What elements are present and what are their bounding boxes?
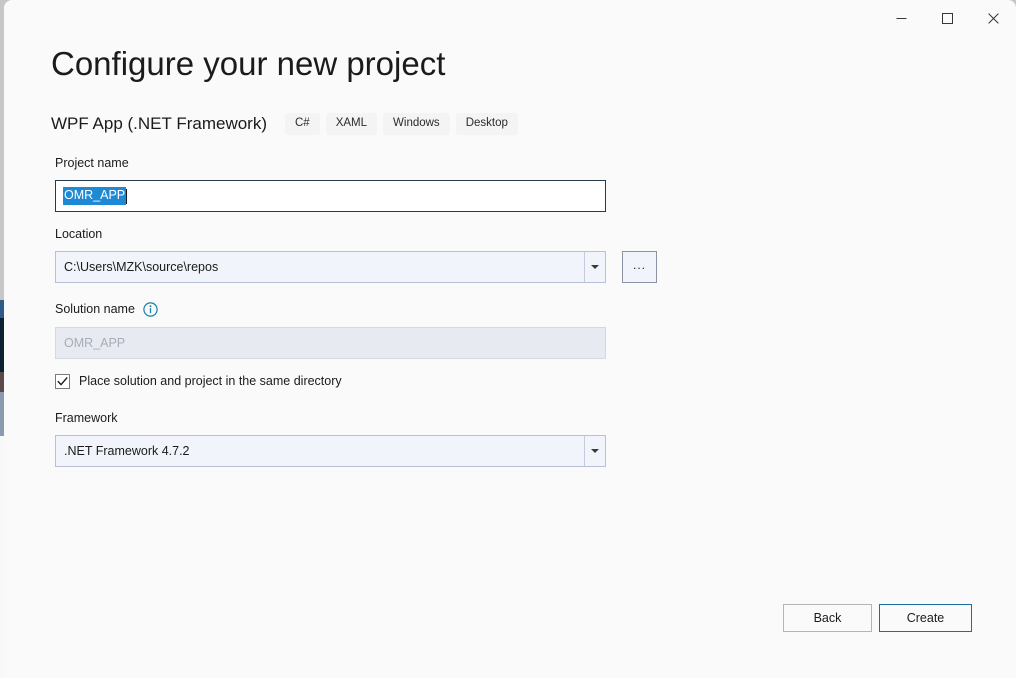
text-caret xyxy=(126,189,127,204)
chevron-down-icon[interactable] xyxy=(584,252,605,282)
solution-name-label: Solution name xyxy=(55,302,135,316)
template-tag-language: C# xyxy=(285,113,320,136)
minimize-button[interactable] xyxy=(878,0,924,36)
location-label: Location xyxy=(55,227,102,241)
project-name-value: OMR_APP xyxy=(63,187,126,204)
template-tag-list: C# XAML Windows Desktop xyxy=(285,113,524,136)
template-tag-projecttype: Desktop xyxy=(456,113,518,136)
framework-value: .NET Framework 4.7.2 xyxy=(64,444,190,458)
back-button[interactable]: Back xyxy=(783,604,872,632)
title-bar xyxy=(4,0,1016,36)
template-summary-row: WPF App (.NET Framework) C# XAML Windows… xyxy=(51,110,524,138)
project-name-label: Project name xyxy=(55,156,129,170)
same-directory-label: Place solution and project in the same d… xyxy=(79,374,342,388)
solution-name-input: OMR_APP xyxy=(55,327,606,359)
solution-name-value: OMR_APP xyxy=(64,336,125,350)
maximize-button[interactable] xyxy=(924,0,970,36)
framework-label: Framework xyxy=(55,411,118,425)
chevron-down-icon[interactable] xyxy=(584,436,605,466)
same-directory-row[interactable]: Place solution and project in the same d… xyxy=(55,372,342,390)
template-tag-markup: XAML xyxy=(326,113,377,136)
project-name-input[interactable]: OMR_APP xyxy=(55,180,606,212)
same-directory-checkbox[interactable] xyxy=(55,374,70,389)
framework-combobox[interactable]: .NET Framework 4.7.2 xyxy=(55,435,606,467)
info-icon[interactable] xyxy=(143,302,158,317)
template-name: WPF App (.NET Framework) xyxy=(51,114,267,134)
browse-location-button[interactable]: ... xyxy=(622,251,657,283)
page-title: Configure your new project xyxy=(51,45,445,83)
location-combobox[interactable]: C:\Users\MZK\source\repos xyxy=(55,251,606,283)
create-button[interactable]: Create xyxy=(879,604,972,632)
template-tag-platform: Windows xyxy=(383,113,450,136)
location-value: C:\Users\MZK\source\repos xyxy=(64,260,218,274)
solution-name-label-row: Solution name xyxy=(55,301,158,317)
close-button[interactable] xyxy=(970,0,1016,36)
configure-project-dialog: Configure your new project WPF App (.NET… xyxy=(4,0,1016,678)
